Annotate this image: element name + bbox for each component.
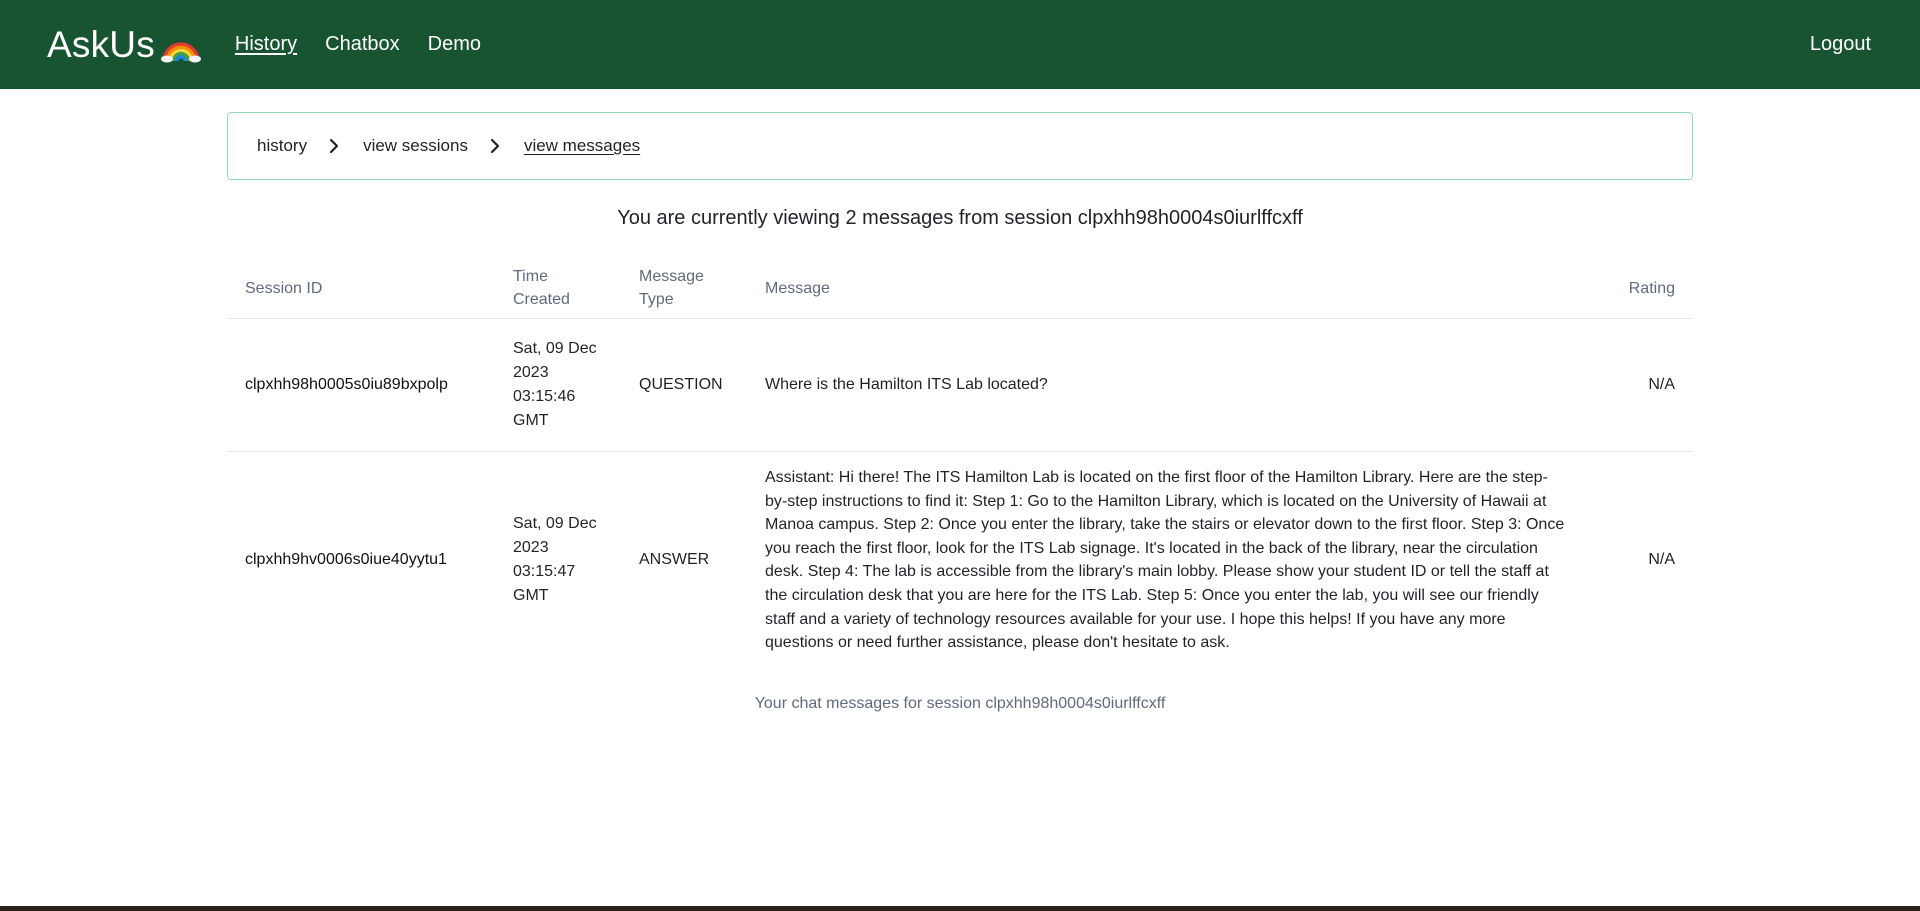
cell-message: Assistant: Hi there! The ITS Hamilton La… xyxy=(765,469,1565,652)
footer-bar xyxy=(0,906,1920,911)
table-caption: Your chat messages for session clpxhh98h… xyxy=(754,694,1166,712)
rainbow-icon xyxy=(160,41,201,62)
nav-link-chatbox[interactable]: Chatbox xyxy=(325,33,400,56)
cell-time-created: Sat, 09 Dec 2023 03:15:47 GMT xyxy=(513,515,597,605)
cell-rating: N/A xyxy=(1583,318,1693,452)
breadcrumb-view-messages[interactable]: view messages xyxy=(524,136,640,156)
nav-link-history[interactable]: History xyxy=(235,33,297,56)
brand-logo[interactable]: AskUs xyxy=(47,24,201,66)
messages-table: Session ID Time Created Message Type Mes… xyxy=(227,253,1693,669)
header-time-created: Time Created xyxy=(495,253,621,319)
cell-message-type: QUESTION xyxy=(621,318,747,452)
cell-message: Where is the Hamilton ITS Lab located? xyxy=(747,318,1583,452)
cell-session-id: clpxhh9hv0006s0iue40yytu1 xyxy=(245,551,447,569)
chevron-right-icon xyxy=(329,138,339,154)
header-message-type: Message Type xyxy=(621,253,747,319)
cell-message-type: ANSWER xyxy=(639,551,710,569)
brand-name: AskUs xyxy=(47,23,155,65)
breadcrumb-history[interactable]: history xyxy=(257,136,307,156)
main-content: history view sessions view messages You … xyxy=(227,112,1693,713)
header-session-id: Session ID xyxy=(227,253,495,319)
cell-rating: N/A xyxy=(1648,551,1675,569)
table-row: clpxhh98h0005s0iu89bxpolp Sat, 09 Dec 20… xyxy=(227,318,1693,452)
top-navbar: AskUs History Chatbox Demo Logout xyxy=(0,0,1920,89)
nav-link-demo[interactable]: Demo xyxy=(428,33,481,56)
logout-button[interactable]: Logout xyxy=(1810,33,1871,56)
breadcrumb-view-sessions[interactable]: view sessions xyxy=(363,136,468,156)
header-message: Message xyxy=(747,253,1583,319)
chevron-right-icon xyxy=(490,138,500,154)
session-summary: You are currently viewing 2 messages fro… xyxy=(617,207,1303,229)
table-row: clpxhh9hv0006s0iue40yytu1 Sat, 09 Dec 20… xyxy=(227,452,1693,669)
header-rating: Rating xyxy=(1583,253,1693,319)
cell-session-id: clpxhh98h0005s0iu89bxpolp xyxy=(227,318,495,452)
cell-time-created: Sat, 09 Dec 2023 03:15:46 GMT xyxy=(495,318,621,452)
table-header-row: Session ID Time Created Message Type Mes… xyxy=(227,253,1693,319)
breadcrumb: history view sessions view messages xyxy=(227,112,1693,180)
